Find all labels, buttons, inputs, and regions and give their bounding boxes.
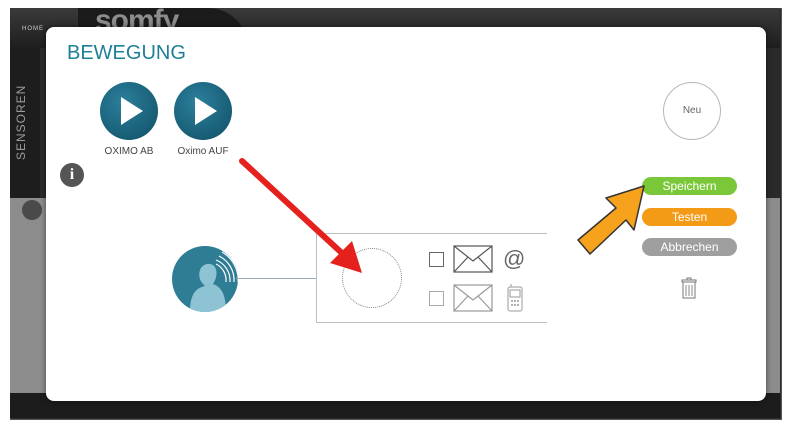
play-oximo-auf-button[interactable] <box>174 82 232 140</box>
action-label-oximo-auf: Oximo AUF <box>177 146 229 157</box>
envelope-sms-icon <box>453 284 493 312</box>
red-arrow-annotation <box>239 158 362 273</box>
save-button[interactable]: Speichern <box>642 177 737 195</box>
action-label-oximo-ab: OXIMO AB <box>104 146 154 157</box>
cancel-button[interactable]: Abbrechen <box>642 238 737 256</box>
background-info-icon <box>22 200 42 220</box>
sms-checkbox[interactable] <box>429 291 444 306</box>
phone-icon <box>507 284 523 312</box>
email-checkbox[interactable] <box>429 252 444 267</box>
envelope-icon <box>453 245 493 273</box>
at-icon: @ <box>503 246 526 271</box>
home-label: HOME <box>22 26 44 32</box>
test-button[interactable]: Testen <box>642 208 737 226</box>
motion-sensor-icon[interactable] <box>172 246 238 312</box>
dialog-title: BEWEGUNG <box>67 42 186 64</box>
trash-icon[interactable] <box>681 277 697 299</box>
sidebar-label-sensoren: SENSOREN <box>14 84 28 160</box>
new-button[interactable]: Neu <box>663 82 721 140</box>
orange-arrow-annotation <box>577 185 645 255</box>
info-icon[interactable]: i <box>60 163 84 187</box>
play-oximo-ab-button[interactable] <box>100 82 158 140</box>
